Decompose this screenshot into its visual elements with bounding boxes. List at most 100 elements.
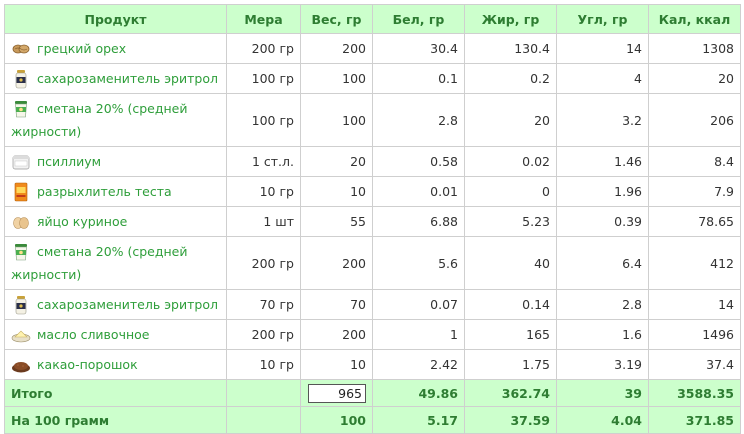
product-cell: сметана 20% (средней жирности) <box>4 236 227 290</box>
protein-cell: 2.42 <box>372 349 465 380</box>
protein-cell: 0.58 <box>372 146 465 177</box>
butter-icon <box>11 325 31 345</box>
kcal-cell: 412 <box>648 236 741 290</box>
per-100g-carbs: 4.04 <box>556 406 649 434</box>
total-protein: 49.86 <box>372 379 465 407</box>
col-header-weight: Вес, гр <box>300 4 373 34</box>
product-link[interactable]: разрыхлитель теста <box>37 184 172 199</box>
kcal-cell: 78.65 <box>648 206 741 237</box>
total-fat: 362.74 <box>464 379 557 407</box>
carbs-cell: 0.39 <box>556 206 649 237</box>
product-link[interactable]: сахарозаменитель эритрол <box>37 297 218 312</box>
measure-cell: 1 ст.л. <box>226 146 301 177</box>
nutrition-table: Продукт Мера Вес, гр Бел, гр Жир, гр Угл… <box>4 4 741 434</box>
cocoa-powder-icon <box>11 355 31 375</box>
measure-cell: 10 гр <box>226 349 301 380</box>
total-kcal: 3588.35 <box>648 379 741 407</box>
fat-cell: 0.14 <box>464 289 557 320</box>
table-row: грецкий орех 200 гр 200 30.4 130.4 14 1308 <box>4 33 741 64</box>
table-row: какао-порошок 10 гр 10 2.42 1.75 3.19 37.4 <box>4 349 741 380</box>
carbs-cell: 1.6 <box>556 319 649 350</box>
product-link[interactable]: сметана 20% (средней жирности) <box>11 244 188 282</box>
per-100g-fat: 37.59 <box>464 406 557 434</box>
protein-cell: 0.01 <box>372 176 465 207</box>
weight-cell: 100 <box>300 93 373 147</box>
carbs-cell: 3.2 <box>556 93 649 147</box>
fat-cell: 0.2 <box>464 63 557 94</box>
product-link[interactable]: псиллиум <box>37 154 101 169</box>
product-link[interactable]: яйцо куриное <box>37 214 127 229</box>
protein-cell: 0.1 <box>372 63 465 94</box>
measure-cell: 70 гр <box>226 289 301 320</box>
per-100g-protein: 5.17 <box>372 406 465 434</box>
carbs-cell: 2.8 <box>556 289 649 320</box>
psyllium-container-icon <box>11 152 31 172</box>
table-row: псиллиум 1 ст.л. 20 0.58 0.02 1.46 8.4 <box>4 146 741 177</box>
carbs-cell: 3.19 <box>556 349 649 380</box>
sour-cream-jar-icon <box>11 242 31 262</box>
weight-cell: 200 <box>300 236 373 290</box>
measure-cell: 1 шт <box>226 206 301 237</box>
product-link[interactable]: какао-порошок <box>37 357 138 372</box>
product-cell: сахарозаменитель эритрол <box>4 63 227 94</box>
per-100g-kcal: 371.85 <box>648 406 741 434</box>
carbs-cell: 1.46 <box>556 146 649 177</box>
kcal-cell: 206 <box>648 93 741 147</box>
per-100g-weight: 100 <box>300 406 373 434</box>
table-row: сахарозаменитель эритрол 70 гр 70 0.07 0.14 2… <box>4 289 741 320</box>
header-row: Продукт Мера Вес, гр Бел, гр Жир, гр Угл… <box>4 4 741 34</box>
per-100g-measure-cell <box>226 406 301 434</box>
protein-cell: 1 <box>372 319 465 350</box>
per-100g-row: На 100 грамм 100 5.17 37.59 4.04 371.85 <box>4 406 741 434</box>
col-header-fat: Жир, гр <box>464 4 557 34</box>
product-link[interactable]: масло сливочное <box>37 327 149 342</box>
walnut-icon <box>11 39 31 59</box>
per-100g-label: На 100 грамм <box>4 406 227 434</box>
table-row: разрыхлитель теста 10 гр 10 0.01 0 1.96 7.9 <box>4 176 741 207</box>
weight-cell: 10 <box>300 176 373 207</box>
fat-cell: 20 <box>464 93 557 147</box>
measure-cell: 10 гр <box>226 176 301 207</box>
protein-cell: 0.07 <box>372 289 465 320</box>
carbs-cell: 6.4 <box>556 236 649 290</box>
sour-cream-jar-icon <box>11 99 31 119</box>
product-link[interactable]: сметана 20% (средней жирности) <box>11 101 188 139</box>
carbs-cell: 1.96 <box>556 176 649 207</box>
weight-cell: 55 <box>300 206 373 237</box>
total-row: Итого 49.86 362.74 39 3588.35 <box>4 379 741 407</box>
kcal-cell: 7.9 <box>648 176 741 207</box>
product-link[interactable]: грецкий орех <box>37 41 126 56</box>
col-header-carbs: Угл, гр <box>556 4 649 34</box>
measure-cell: 200 гр <box>226 319 301 350</box>
col-header-measure: Мера <box>226 4 301 34</box>
weight-cell: 10 <box>300 349 373 380</box>
product-cell: сметана 20% (средней жирности) <box>4 93 227 147</box>
kcal-cell: 1308 <box>648 33 741 64</box>
measure-cell: 100 гр <box>226 63 301 94</box>
protein-cell: 5.6 <box>372 236 465 290</box>
total-carbs: 39 <box>556 379 649 407</box>
sweetener-jar-icon <box>11 69 31 89</box>
kcal-cell: 1496 <box>648 319 741 350</box>
fat-cell: 5.23 <box>464 206 557 237</box>
product-cell: сахарозаменитель эритрол <box>4 289 227 320</box>
weight-cell: 20 <box>300 146 373 177</box>
eggs-icon <box>11 212 31 232</box>
measure-cell: 200 гр <box>226 236 301 290</box>
weight-cell: 200 <box>300 33 373 64</box>
product-link[interactable]: сахарозаменитель эритрол <box>37 71 218 86</box>
carbs-cell: 4 <box>556 63 649 94</box>
fat-cell: 1.75 <box>464 349 557 380</box>
product-cell: яйцо куриное <box>4 206 227 237</box>
product-cell: псиллиум <box>4 146 227 177</box>
weight-cell: 200 <box>300 319 373 350</box>
fat-cell: 40 <box>464 236 557 290</box>
fat-cell: 0.02 <box>464 146 557 177</box>
fat-cell: 165 <box>464 319 557 350</box>
protein-cell: 6.88 <box>372 206 465 237</box>
total-weight-input[interactable] <box>308 383 366 403</box>
weight-cell: 70 <box>300 289 373 320</box>
kcal-cell: 8.4 <box>648 146 741 177</box>
table-row: масло сливочное 200 гр 200 1 165 1.6 1496 <box>4 319 741 350</box>
baking-powder-pack-icon <box>11 182 31 202</box>
